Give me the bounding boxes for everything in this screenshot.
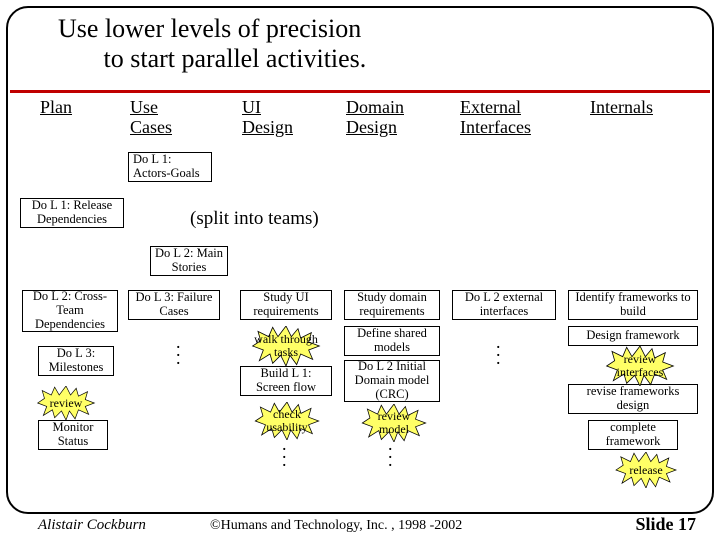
slide-number: Slide 17 xyxy=(635,514,696,535)
box-study-domain: Study domain requirements xyxy=(344,290,440,320)
vdots-4: ... xyxy=(388,440,393,464)
box-l2-external: Do L 2 external interfaces xyxy=(452,290,556,320)
burst-label: review interfaces xyxy=(617,353,664,378)
box-identify-frameworks: Identify frameworks to build xyxy=(568,290,698,320)
box-screenflow: Build L 1: Screen flow xyxy=(240,366,332,396)
slide-title: Use lower levels of precision to start p… xyxy=(58,14,366,74)
box-design-framework: Design framework xyxy=(568,326,698,346)
divider xyxy=(10,90,710,93)
burst-label: release xyxy=(629,464,662,477)
col-plan: Plan xyxy=(40,98,72,118)
burst-review-interfaces: review interfaces xyxy=(590,346,690,386)
box-define-shared: Define shared models xyxy=(344,326,440,356)
box-actors-goals: Do L 1: Actors-Goals xyxy=(128,152,212,182)
burst-label: check usability xyxy=(266,408,307,433)
burst-walk-tasks: walk through tasks xyxy=(238,326,334,366)
burst-review-plan: review xyxy=(30,386,102,420)
vdots-3: ... xyxy=(282,440,287,464)
burst-release: release xyxy=(604,452,688,488)
vdots-2: ... xyxy=(496,338,501,362)
col-ui: UI Design xyxy=(242,98,293,138)
burst-label: walk through tasks xyxy=(254,333,318,358)
col-internals: Internals xyxy=(590,98,653,118)
box-domain-crc: Do L 2 Initial Domain model (CRC) xyxy=(344,360,440,402)
burst-review-model: review model xyxy=(350,404,438,442)
vdots-1: ... xyxy=(176,338,181,362)
box-failure-cases: Do L 3: Failure Cases xyxy=(128,290,220,320)
col-domain: Domain Design xyxy=(346,98,404,138)
burst-check-usability: check usability xyxy=(242,402,332,440)
box-release-deps: Do L 1: Release Dependencies xyxy=(20,198,124,228)
split-label: (split into teams) xyxy=(190,208,319,230)
burst-label: review xyxy=(50,397,83,410)
box-main-stories: Do L 2: Main Stories xyxy=(150,246,228,276)
box-complete-fw: complete framework xyxy=(588,420,678,450)
box-study-ui: Study UI requirements xyxy=(240,290,332,320)
box-milestones: Do L 3: Milestones xyxy=(38,346,114,376)
col-usecases: Use Cases xyxy=(130,98,172,138)
box-revise-fw: revise frameworks design xyxy=(568,384,698,414)
burst-label: review model xyxy=(378,410,411,435)
box-monitor-status: Monitor Status xyxy=(38,420,108,450)
copyright: ©Humans and Technology, Inc. , 1998 -200… xyxy=(210,518,462,534)
footer: Alistair Cockburn ©Humans and Technology… xyxy=(0,515,720,537)
author: Alistair Cockburn xyxy=(38,517,146,534)
col-external: External Interfaces xyxy=(460,98,531,138)
box-cross-team: Do L 2: Cross-Team Dependencies xyxy=(22,290,118,332)
